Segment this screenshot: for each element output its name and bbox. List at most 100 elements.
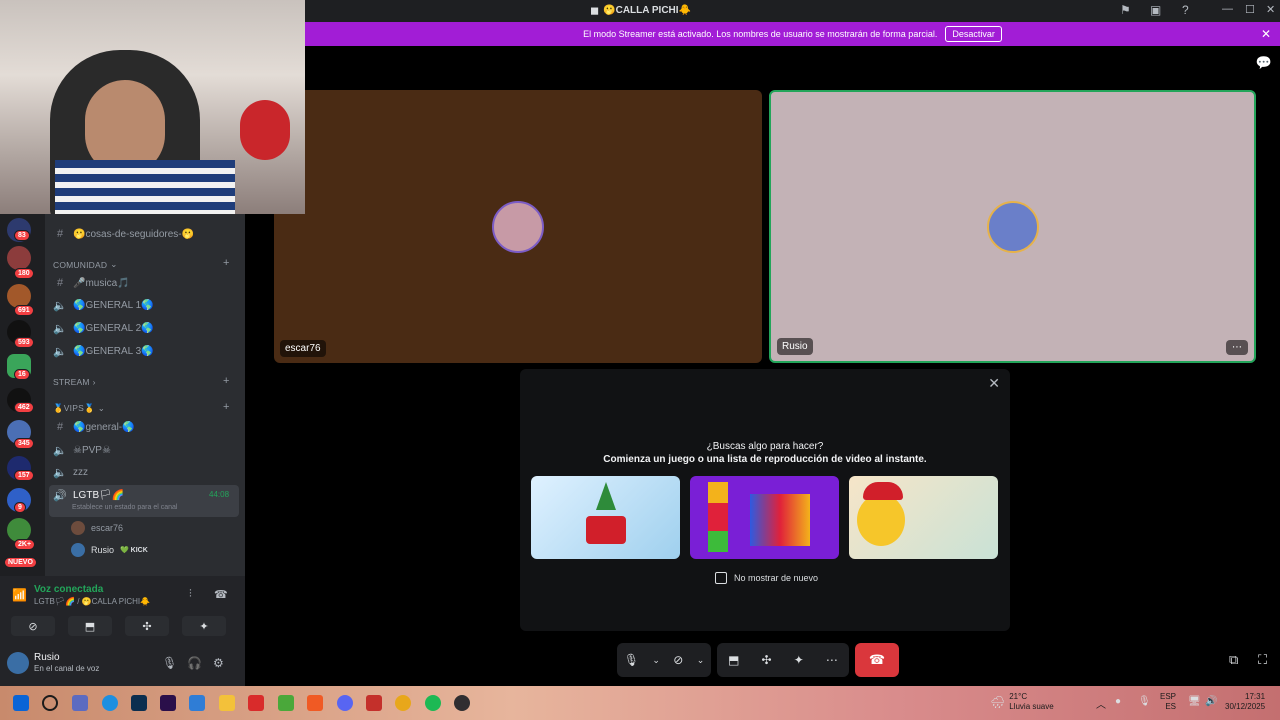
participant-tile-speaking[interactable]: Rusio ⋯	[769, 90, 1256, 363]
camera-off-button[interactable]: ⊘	[11, 616, 55, 636]
add-channel-icon[interactable]: +	[223, 401, 229, 413]
add-channel-icon[interactable]: +	[223, 257, 229, 269]
category-stream[interactable]: STREAM ›	[53, 377, 96, 387]
close-window-icon[interactable]: ✕	[1266, 3, 1275, 16]
snow-game-art	[586, 516, 626, 544]
speaker-icon: 🔈	[53, 299, 67, 312]
add-channel-icon[interactable]: +	[223, 375, 229, 387]
checkbox-box[interactable]	[715, 572, 727, 584]
action-control-group[interactable]: ⬒ ✣ ✦ ⋯	[717, 643, 849, 677]
app-icon[interactable]	[248, 695, 264, 711]
chat-bubble-icon[interactable]: 💬	[1256, 55, 1272, 71]
soundboard-icon[interactable]: ✦	[794, 653, 804, 667]
channel-status-hint[interactable]: Establece un estado para el canal	[72, 504, 177, 511]
search-icon[interactable]	[42, 695, 58, 711]
photoshop-icon[interactable]	[131, 695, 147, 711]
brave-icon[interactable]	[307, 695, 323, 711]
voice-channel-path[interactable]: LGTB🏳🌈 / 🫢CALLA PICHI🐥	[34, 597, 150, 606]
app-icon[interactable]	[366, 695, 382, 711]
mic-control-group[interactable]: 🎙 ⌄ ⊘ ⌄	[617, 643, 711, 677]
weather-icon: 🌧	[990, 695, 1006, 709]
deactivate-button[interactable]: Desactivar	[945, 26, 1002, 42]
avatar	[71, 521, 85, 535]
minecraft-icon[interactable]	[278, 695, 294, 711]
server-badge: 593	[14, 337, 34, 348]
settings-gear-icon[interactable]: ⚙	[213, 656, 224, 670]
voice-channel[interactable]: 🔈 ☠PVP☠	[53, 440, 111, 460]
screen-icon[interactable]: ▣	[1150, 3, 1161, 17]
copilot-icon[interactable]	[72, 695, 88, 711]
end-call-button[interactable]: ☎	[855, 643, 899, 677]
volume-icon[interactable]: 🔊	[1205, 696, 1217, 707]
voice-member[interactable]: Rusio 💚 KICK	[71, 543, 148, 557]
avatar[interactable]	[7, 652, 29, 674]
weather-widget[interactable]: 🌧 21°C Lluvia suave	[990, 692, 1054, 712]
fullscreen-icon[interactable]: ⛶	[1258, 652, 1267, 668]
voice-connection-panel: 📶 Voz conectada LGTB🏳🌈 / 🫢CALLA PICHI🐥 ⫶…	[0, 576, 245, 646]
activity-card[interactable]	[849, 476, 998, 559]
voice-channel[interactable]: 🔈 🌎GENERAL 1🌎	[53, 295, 154, 315]
language-indicator[interactable]: ESP ES	[1160, 692, 1176, 712]
more-icon[interactable]: ⋯	[826, 653, 838, 667]
tray-chevron-icon[interactable]: ︿	[1096, 696, 1106, 711]
windows-taskbar: 🌧 21°C Lluvia suave ︿ ● 🎙 ESP ES 🖥 🔊 17:…	[0, 686, 1280, 720]
voice-channel[interactable]: 🔈 🌎GENERAL 2🌎	[53, 318, 154, 338]
activities-button[interactable]: ✣	[125, 616, 169, 636]
headphones-icon[interactable]: 🎧	[187, 656, 202, 670]
chrome-icon[interactable]	[395, 695, 411, 711]
noise-icon[interactable]: ⫶	[189, 588, 192, 601]
soundboard-button[interactable]: ✦	[182, 616, 226, 636]
network-icon[interactable]: 🖥	[1188, 696, 1201, 707]
voice-channel[interactable]: 🔈 zzz	[53, 462, 88, 482]
signal-icon: 📶	[12, 588, 27, 602]
close-icon[interactable]: ✕	[1261, 27, 1271, 41]
obs-icon[interactable]	[454, 695, 470, 711]
voice-member[interactable]: escar76	[71, 521, 123, 535]
inbox-icon[interactable]: ⚑	[1120, 3, 1131, 17]
share-screen-button[interactable]: ⬒	[68, 616, 112, 636]
minimize-icon[interactable]: —	[1222, 3, 1233, 15]
text-channel[interactable]: # 🌎general-🌎	[53, 417, 135, 437]
microphone-icon[interactable]: 🎙	[162, 656, 177, 670]
maximize-icon[interactable]: ☐	[1245, 3, 1255, 16]
clock[interactable]: 17:31 30/12/2025	[1225, 692, 1265, 712]
spotify-icon[interactable]	[425, 695, 441, 711]
block-puzzle-art	[708, 482, 728, 552]
explorer-icon[interactable]	[219, 695, 235, 711]
activity-card[interactable]	[690, 476, 839, 559]
chevron-right-icon: ›	[92, 377, 96, 387]
popout-icon[interactable]: ⧉	[1229, 652, 1238, 668]
help-icon[interactable]: ?	[1182, 3, 1189, 17]
microphone-icon[interactable]: 🎙	[624, 653, 639, 667]
category-comunidad[interactable]: COMUNIDAD ⌄	[53, 259, 118, 270]
category-vips[interactable]: 🥇VIPS🥇 ⌄	[53, 403, 105, 414]
voice-channel[interactable]: 🔈 🌎GENERAL 3🌎	[53, 341, 154, 361]
tray-app-icon[interactable]: ●	[1115, 696, 1121, 707]
active-voice-channel-label[interactable]: 🔊 LGTB🏳🌈	[53, 485, 124, 505]
server-icon[interactable]	[7, 246, 31, 270]
store-icon[interactable]	[189, 695, 205, 711]
activity-subtitle: Comienza un juego o una lista de reprodu…	[603, 454, 927, 465]
close-icon[interactable]: ✕	[988, 375, 1000, 392]
participant-name: escar76	[280, 340, 326, 357]
chevron-down-icon[interactable]: ⌄	[652, 655, 660, 666]
premiere-icon[interactable]	[160, 695, 176, 711]
share-screen-icon[interactable]: ⬒	[728, 653, 739, 667]
activities-icon[interactable]: ✣	[762, 653, 772, 667]
more-options-icon[interactable]: ⋯	[1226, 340, 1248, 355]
tray-mic-icon[interactable]: 🎙	[1138, 696, 1151, 707]
chevron-down-icon: ⌄	[110, 259, 118, 269]
windows-start-icon[interactable]	[13, 695, 29, 711]
activity-card[interactable]	[531, 476, 680, 559]
avatar	[492, 201, 544, 253]
camera-off-icon[interactable]: ⊘	[673, 653, 683, 667]
text-channel[interactable]: # 🎤musica🎵	[53, 273, 130, 293]
hang-up-icon: ☎	[868, 652, 886, 667]
chevron-down-icon[interactable]: ⌄	[697, 655, 705, 666]
participant-tile[interactable]: escar76	[274, 90, 762, 363]
text-channel[interactable]: # 🫢cosas-de-seguidores-🫢	[53, 224, 194, 244]
dont-show-again-checkbox[interactable]: No mostrar de nuevo	[715, 572, 818, 584]
edge-icon[interactable]	[102, 695, 118, 711]
disconnect-icon[interactable]: ☎	[214, 588, 228, 601]
discord-icon[interactable]	[337, 695, 353, 711]
